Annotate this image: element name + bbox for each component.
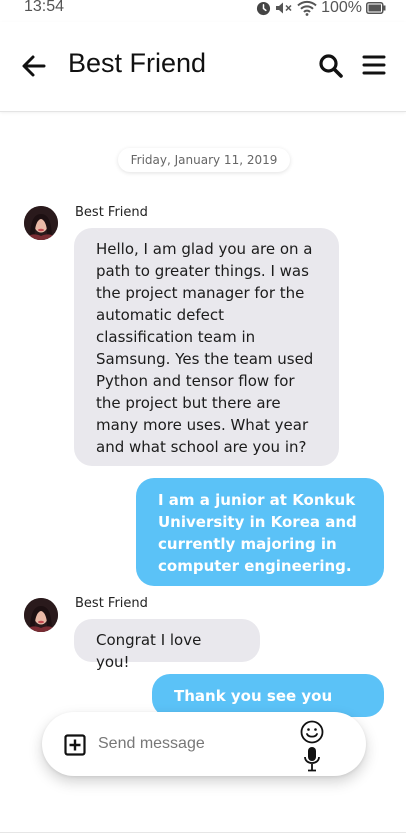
avatar[interactable] bbox=[24, 206, 58, 240]
message-bubble-outgoing[interactable]: I am a junior at Konkuk University in Ko… bbox=[136, 478, 384, 586]
battery-percent: 100% bbox=[321, 0, 362, 16]
status-time: 13:54 bbox=[24, 0, 65, 15]
date-separator: Friday, January 11, 2019 bbox=[118, 148, 290, 172]
status-bar: 13:54 100% bbox=[0, 0, 406, 20]
message-line: path to greater things. I was bbox=[96, 262, 309, 280]
message-line: computer engineering. bbox=[158, 557, 352, 575]
message-line: the project manager for the bbox=[96, 284, 305, 302]
message-line: and what school are you in? bbox=[96, 438, 307, 456]
message-line: currently majoring in bbox=[158, 535, 337, 553]
mute-icon bbox=[276, 2, 292, 14]
message-composer bbox=[42, 712, 366, 776]
message-line: Hello, I am glad you are on a bbox=[96, 240, 313, 258]
message-line: many more uses. What year bbox=[96, 416, 309, 434]
sender-name: Best Friend bbox=[75, 596, 148, 611]
message-line: automatic defect bbox=[96, 306, 225, 324]
microphone-icon[interactable] bbox=[302, 746, 322, 772]
app-bar: Best Friend bbox=[0, 22, 406, 112]
avatar-photo bbox=[24, 206, 58, 240]
back-arrow-icon[interactable] bbox=[20, 52, 48, 80]
avatar-photo bbox=[24, 598, 58, 632]
message-line: I am a junior at Konkuk bbox=[158, 491, 356, 509]
add-attachment-icon[interactable] bbox=[64, 734, 86, 756]
alarm-icon bbox=[257, 1, 271, 15]
status-icons: 100% bbox=[256, 0, 386, 17]
message-line: the project but there are bbox=[96, 394, 281, 412]
message-bubble-incoming[interactable]: Congrat I love you! bbox=[74, 619, 260, 671]
message-input[interactable] bbox=[98, 728, 288, 760]
page-title: Best Friend bbox=[68, 48, 207, 78]
avatar[interactable] bbox=[24, 598, 58, 632]
sender-name: Best Friend bbox=[75, 205, 148, 220]
message-bubble-incoming[interactable]: Hello, I am glad you are on a path to gr… bbox=[74, 228, 339, 466]
message-line: Samsung. Yes the team used bbox=[96, 350, 314, 368]
emoji-icon[interactable] bbox=[300, 720, 324, 744]
wifi-icon bbox=[297, 0, 317, 16]
message-line: University in Korea and bbox=[158, 513, 357, 531]
bottom-divider bbox=[0, 832, 406, 833]
battery-icon bbox=[366, 2, 386, 14]
menu-icon[interactable] bbox=[362, 53, 386, 77]
message-bubble-outgoing[interactable]: Thank you see you soon! bbox=[152, 674, 384, 727]
message-line: Python and tensor flow for bbox=[96, 372, 295, 390]
message-line: classification team in bbox=[96, 328, 256, 346]
search-icon[interactable] bbox=[318, 53, 344, 79]
message-line: Congrat I love you! bbox=[96, 631, 202, 671]
